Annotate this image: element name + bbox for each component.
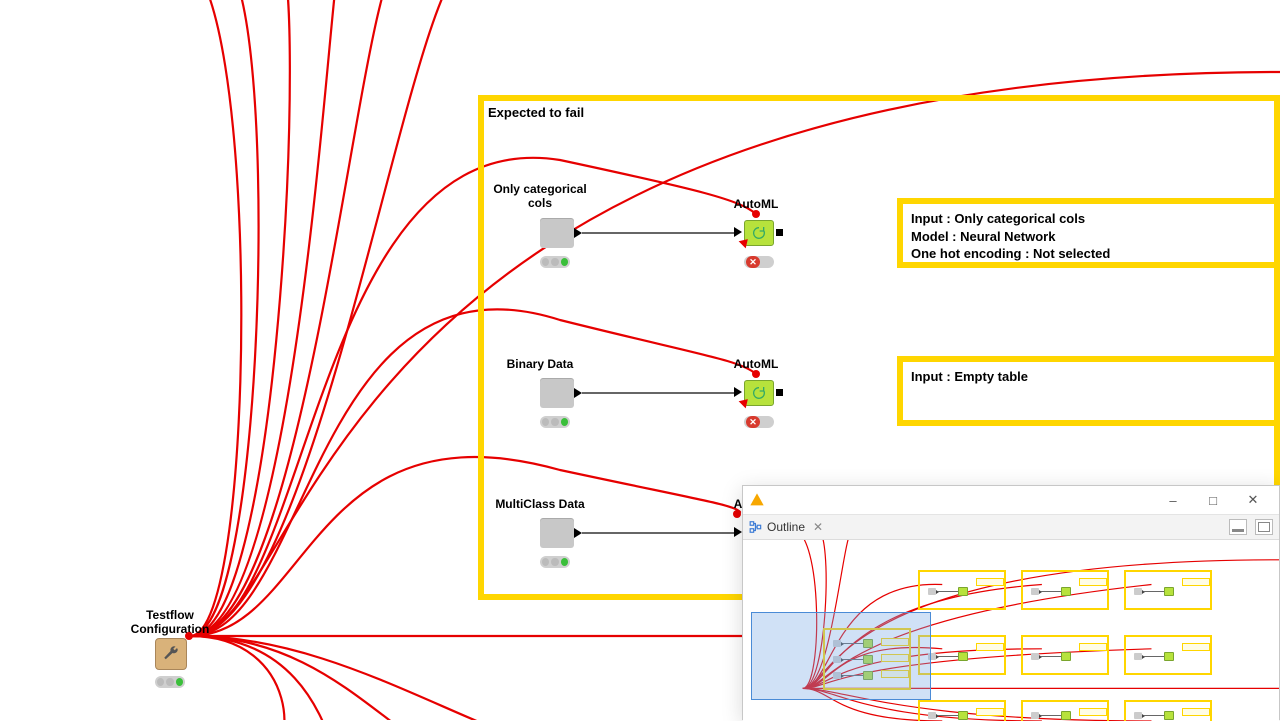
node-error-indicator: ✕ (744, 416, 774, 428)
window-close-button[interactable]: ✕ (1233, 488, 1273, 512)
minimap-group (918, 700, 1006, 721)
node-only-categorical[interactable] (540, 218, 574, 248)
node-label-testflow: Testflow Configuration (100, 608, 240, 636)
view-maximize-button[interactable] (1255, 519, 1273, 535)
node-input-port[interactable] (734, 387, 742, 397)
view-minimize-button[interactable] (1229, 519, 1247, 535)
outline-window[interactable]: – □ ✕ Outline ✕ (742, 485, 1280, 720)
window-minimize-button[interactable]: – (1153, 488, 1193, 512)
outline-icon (749, 520, 763, 534)
node-status-indicator (155, 676, 185, 688)
node-error-indicator: ✕ (744, 256, 774, 268)
node-output-port[interactable] (776, 389, 783, 396)
node-output-port[interactable] (574, 388, 582, 398)
node-multiclass-data[interactable] (540, 518, 574, 548)
node-testflow-configuration[interactable] (155, 638, 187, 670)
node-label-only-categorical: Only categorical cols (480, 182, 600, 210)
flow-variable-port[interactable] (733, 510, 741, 518)
minimap-group (1021, 570, 1109, 610)
node-label-automl: AutoML (696, 357, 816, 371)
wrench-icon (162, 645, 180, 663)
annotation-line: Model : Neural Network (911, 228, 1266, 246)
minimap-group (918, 635, 1006, 675)
outline-tabbar: Outline ✕ (743, 515, 1279, 540)
node-input-port[interactable] (734, 527, 742, 537)
group-title: Expected to fail (488, 105, 584, 120)
annotation-box-2[interactable]: Input : Empty table (897, 356, 1280, 426)
annotation-box-1[interactable]: Input : Only categorical cols Model : Ne… (897, 198, 1280, 268)
annotation-line: One hot encoding : Not selected (911, 245, 1266, 263)
minimap-group (1021, 700, 1109, 721)
app-icon (749, 492, 765, 508)
node-binary-data[interactable] (540, 378, 574, 408)
connection-line[interactable] (582, 532, 734, 534)
node-output-port[interactable] (776, 229, 783, 236)
minimap-group (918, 570, 1006, 610)
minimap-group (1124, 570, 1212, 610)
node-label-automl: AutoML (696, 197, 816, 211)
flow-variable-port[interactable] (752, 210, 760, 218)
node-status-indicator (540, 556, 570, 568)
node-status-indicator (540, 416, 570, 428)
minimap-group (1021, 635, 1109, 675)
node-label-multiclass-data: MultiClass Data (480, 497, 600, 511)
loop-icon (751, 385, 767, 401)
window-maximize-button[interactable]: □ (1193, 488, 1233, 512)
outline-tab-close[interactable]: ✕ (813, 520, 823, 534)
node-output-port[interactable] (574, 228, 582, 238)
node-input-port[interactable] (734, 227, 742, 237)
node-output-port[interactable] (574, 528, 582, 538)
node-label-binary-data: Binary Data (480, 357, 600, 371)
connection-line[interactable] (582, 232, 734, 234)
node-status-indicator (540, 256, 570, 268)
outline-minimap[interactable] (743, 540, 1279, 721)
minimap-viewport[interactable] (751, 612, 931, 700)
loop-icon (751, 225, 767, 241)
annotation-line: Input : Only categorical cols (911, 210, 1266, 228)
outline-tab-label[interactable]: Outline (767, 520, 805, 534)
minimap-group (1124, 700, 1212, 721)
flow-variable-port[interactable] (752, 370, 760, 378)
workflow-canvas[interactable]: Expected to fail Input : Only categorica… (0, 0, 1280, 720)
connection-line[interactable] (582, 392, 734, 394)
outline-titlebar[interactable]: – □ ✕ (743, 486, 1279, 515)
annotation-line: Input : Empty table (911, 368, 1266, 386)
minimap-group (1124, 635, 1212, 675)
